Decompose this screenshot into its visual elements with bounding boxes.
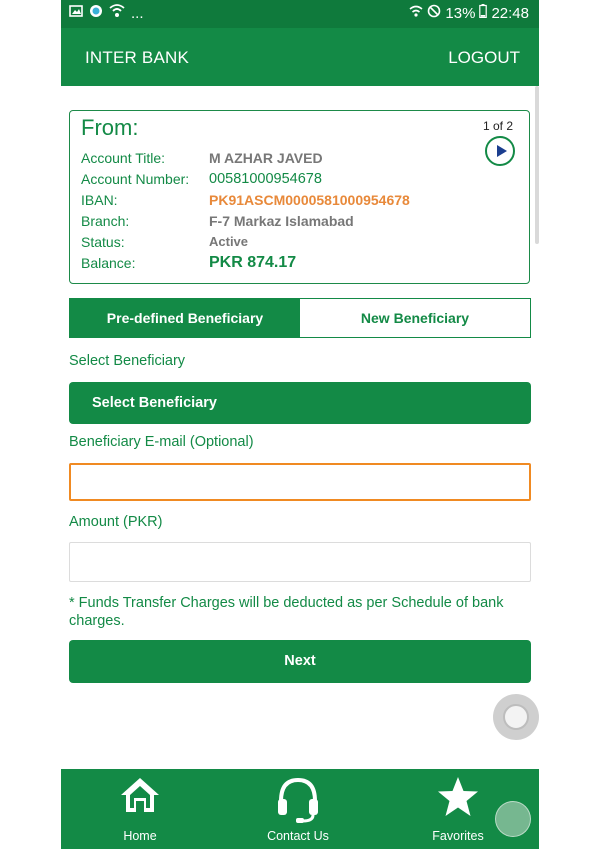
amount-label: Amount (PKR) [69,514,163,530]
image-icon [69,4,83,22]
select-beneficiary-label: Select Beneficiary [69,353,186,369]
assistive-touch-icon [503,704,529,730]
scrollbar[interactable] [535,86,539,244]
clock: 22:48 [491,4,529,22]
bottom-navigation: Home Contact Us Favorites [61,769,539,849]
home-icon [121,778,159,812]
phone-screen: ... 13% 22:48 INTER BANK LOGOUT From: 1 … [61,0,539,849]
status-label: Status: [81,233,125,250]
tab-predefined-beneficiary[interactable]: Pre-defined Beneficiary [70,299,300,337]
nav-home-label: Home [123,829,157,843]
floating-overlay-badge[interactable] [495,801,531,837]
account-pager: 1 of 2 [482,119,513,133]
branch-row: Branch: F-7 Markaz Islamabad [81,210,410,231]
account-details: Account Title: M AZHAR JAVED Account Num… [81,147,410,273]
account-number-value: 00581000954678 [209,170,322,187]
status-row: Status: Active [81,231,410,252]
branch-value: F-7 Markaz Islamabad [209,212,354,229]
account-card: From: 1 of 2 Account Title: M AZHAR JAVE… [69,110,530,284]
select-beneficiary-dropdown[interactable]: Select Beneficiary [69,382,531,424]
account-title-row: Account Title: M AZHAR JAVED [81,147,410,168]
account-number-label: Account Number: [81,170,190,187]
nav-contact-us-label: Contact Us [267,829,329,843]
shield-icon [109,4,125,22]
next-button[interactable]: Next [69,640,531,683]
balance-label: Balance: [81,254,136,271]
email-field[interactable] [69,463,531,501]
logout-button[interactable]: LOGOUT [448,48,520,68]
iban-row: IBAN: PK91ASCM0000581000954678 [81,189,410,210]
headset-icon [278,777,318,823]
balance-value: PKR 874.17 [209,253,297,271]
battery-percent: 13% [445,4,476,22]
app-dot-icon [89,4,103,22]
amount-field[interactable] [69,542,531,582]
account-number-row: Account Number: 00581000954678 [81,168,410,189]
app-bar: INTER BANK LOGOUT [61,28,539,86]
nav-favorites[interactable]: Favorites [419,769,497,849]
account-title-value: M AZHAR JAVED [209,149,323,166]
email-label: Beneficiary E-mail (Optional) [69,434,254,450]
wifi-icon [409,4,423,22]
account-title-label: Account Title: [81,149,166,166]
status-bar: ... 13% 22:48 [61,0,539,28]
status-value: Active [209,234,249,249]
star-icon [438,777,478,816]
nav-home[interactable]: Home [101,769,179,849]
iban-value: PK91ASCM0000581000954678 [209,191,410,208]
iban-label: IBAN: [81,191,118,208]
play-arrow-icon [497,145,507,157]
from-label: From: [81,115,139,140]
beneficiary-tabs: Pre-defined Beneficiary New Beneficiary [69,298,531,338]
tab-new-beneficiary[interactable]: New Beneficiary [300,299,530,337]
nav-favorites-label: Favorites [432,829,484,843]
floating-assistive-button[interactable] [493,694,539,740]
no-disturb-icon [427,4,441,22]
nav-contact-us[interactable]: Contact Us [259,769,337,849]
status-overflow-text: ... [131,4,144,22]
battery-icon [479,4,488,22]
branch-label: Branch: [81,212,130,229]
next-account-button[interactable] [485,136,515,166]
balance-row: Balance: PKR 874.17 [81,252,410,273]
charges-note: * Funds Transfer Charges will be deducte… [69,595,504,629]
app-title: INTER BANK [85,48,190,67]
